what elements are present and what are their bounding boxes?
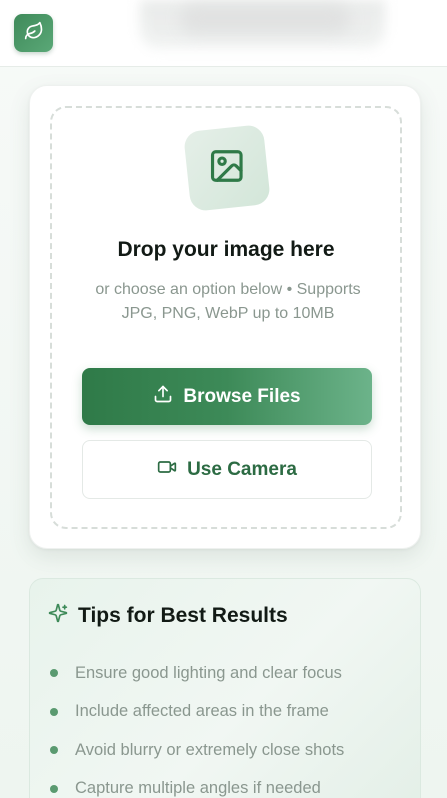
tips-header: Tips for Best Results <box>48 603 288 628</box>
blurred-header-region-inner <box>180 4 350 34</box>
tip-text: Include affected areas in the frame <box>75 702 329 721</box>
image-icon-badge <box>183 124 271 212</box>
list-item: Capture multiple angles if needed <box>48 770 344 798</box>
upload-icon <box>153 384 173 410</box>
bullet-dot <box>50 707 58 716</box>
image-icon <box>206 145 248 192</box>
image-dropzone[interactable]: Drop your image here or choose an option… <box>50 106 402 529</box>
bullet-dot <box>50 669 58 678</box>
tips-list: Ensure good lighting and clear focus Inc… <box>48 654 344 798</box>
tips-title: Tips for Best Results <box>78 603 288 627</box>
video-camera-icon <box>157 457 177 483</box>
dropzone-subtitle: or choose an option below • Supports JPG… <box>95 281 361 322</box>
bullet-dot <box>50 784 58 793</box>
bullet-dot <box>50 746 58 755</box>
sparkles-icon <box>48 603 68 628</box>
browse-files-label: Browse Files <box>183 385 301 407</box>
list-item: Avoid blurry or extremely close shots <box>48 731 344 770</box>
list-item: Ensure good lighting and clear focus <box>48 654 344 693</box>
list-item: Include affected areas in the frame <box>48 693 344 732</box>
tip-text: Avoid blurry or extremely close shots <box>75 740 345 759</box>
use-camera-button[interactable]: Use Camera <box>82 440 372 499</box>
tip-text: Ensure good lighting and clear focus <box>75 663 342 682</box>
page: Drop your image here or choose an option… <box>0 0 447 798</box>
use-camera-label: Use Camera <box>187 458 297 480</box>
leaf-icon <box>24 21 44 46</box>
app-header <box>0 0 447 67</box>
app-logo[interactable] <box>14 14 53 52</box>
tips-card: Tips for Best Results Ensure good lighti… <box>29 578 421 798</box>
dropzone-title: Drop your image here <box>117 238 335 261</box>
upload-card: Drop your image here or choose an option… <box>29 85 421 549</box>
tip-text: Capture multiple angles if needed <box>75 779 321 798</box>
browse-files-button[interactable]: Browse Files <box>82 368 372 425</box>
